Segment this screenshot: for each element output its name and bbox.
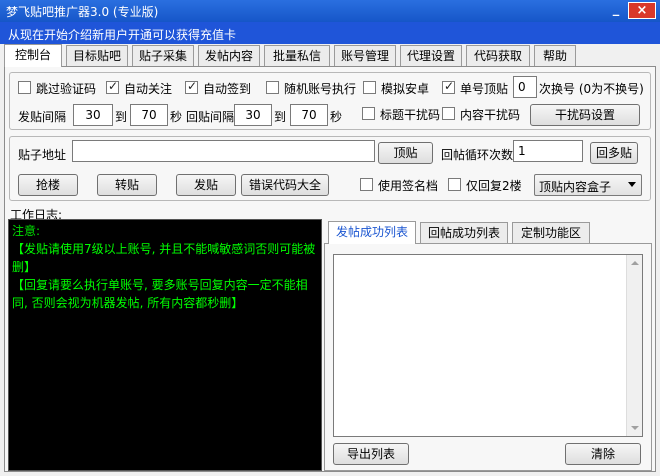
tab-target-forums[interactable]: 目标贴吧 <box>66 45 128 66</box>
checkbox-box[interactable] <box>18 81 31 94</box>
switch-count-label: 次换号 (0为不换号) <box>539 82 644 96</box>
checkbox-box[interactable] <box>185 79 198 94</box>
reply-interval-from-input[interactable] <box>234 104 272 126</box>
chevron-down-icon <box>628 182 636 187</box>
seconds-label: 秒 <box>170 110 183 124</box>
checkbox-label: 随机账号执行 <box>284 82 357 96</box>
checkbox-label: 跳过验证码 <box>36 82 97 96</box>
content-box-select[interactable]: 顶贴内容盒子 <box>534 174 642 196</box>
checkbox-label: 标题干扰码 <box>380 108 441 122</box>
post-button[interactable]: 发贴 <box>176 174 236 196</box>
list-scrollbar[interactable] <box>626 255 642 436</box>
reply-interval-to-input[interactable] <box>290 104 328 126</box>
post-address-input[interactable] <box>72 140 375 162</box>
reply-interval-label: 回贴间隔 <box>186 110 235 124</box>
minimize-button[interactable]: _ <box>606 2 626 19</box>
clear-button[interactable]: 清除 <box>565 443 641 465</box>
checkbox-label: 内容干扰码 <box>460 108 521 122</box>
select-value: 顶贴内容盒子 <box>539 180 612 194</box>
reply-loop-label: 回帖循环次数 <box>441 148 514 162</box>
checkbox-label: 自动关注 <box>124 82 173 96</box>
to-label: 到 <box>115 110 128 124</box>
to-label: 到 <box>274 110 287 124</box>
success-list[interactable] <box>333 254 643 437</box>
grab-floor-button[interactable]: 抢楼 <box>18 174 78 196</box>
scroll-up-icon[interactable] <box>631 261 639 265</box>
title-bar: 梦飞贴吧推广器3.0 (专业版) _ × <box>0 0 660 22</box>
tab-proxy-settings[interactable]: 代理设置 <box>400 45 462 66</box>
seconds-label: 秒 <box>330 110 343 124</box>
checkbox-label: 单号顶贴 <box>460 82 509 96</box>
log-line: 【发贴请使用7级以上账号, 并且不能喊敏感词否则可能被删】 <box>12 242 316 274</box>
checkbox-box[interactable] <box>360 178 373 191</box>
post-interval-label: 发贴间隔 <box>18 110 67 124</box>
post-interval-from-input[interactable] <box>73 104 113 126</box>
checkbox-box[interactable] <box>106 79 119 94</box>
checkbox-box[interactable] <box>266 81 279 94</box>
top-post-button[interactable]: 顶贴 <box>378 142 433 164</box>
scroll-down-icon[interactable] <box>631 426 639 430</box>
list-panel: 导出列表 清除 <box>324 243 652 471</box>
checkbox-label: 使用签名档 <box>378 179 439 193</box>
interference-settings-button[interactable]: 干扰码设置 <box>530 104 640 126</box>
checkbox-label: 仅回复2楼 <box>466 179 522 193</box>
checkbox-box[interactable] <box>362 107 375 120</box>
tab-post-collect[interactable]: 贴子采集 <box>132 45 194 66</box>
log-note-title: 注意: <box>12 224 41 238</box>
log-line: 【回复请要么执行单账号, 要多账号回复内容一定不能相同, 否则会视为机器发帖, … <box>12 278 308 310</box>
tab-code-fetch[interactable]: 代码获取 <box>466 45 530 66</box>
checkbox-box[interactable] <box>442 79 455 94</box>
error-codes-button[interactable]: 错误代码大全 <box>241 174 329 196</box>
checkbox-box[interactable] <box>442 107 455 120</box>
post-address-label: 贴子地址 <box>18 148 67 162</box>
post-interval-to-input[interactable] <box>130 104 168 126</box>
checkbox-label: 自动签到 <box>203 82 252 96</box>
work-log: 注意: 【发贴请使用7级以上账号, 并且不能喊敏感词否则可能被删】 【回复请要么… <box>8 219 322 471</box>
notice-bar: 从现在开始介绍新用户开通可以获得充值卡 <box>0 22 660 44</box>
tab-custom-features[interactable]: 定制功能区 <box>512 222 590 243</box>
reply-loop-input[interactable] <box>513 140 583 162</box>
checkbox-box[interactable] <box>363 81 376 94</box>
tab-post-content[interactable]: 发帖内容 <box>198 45 260 66</box>
repost-button[interactable]: 转贴 <box>97 174 157 196</box>
switch-count-input[interactable] <box>513 76 537 98</box>
notice-text: 从现在开始介绍新用户开通可以获得充值卡 <box>8 28 237 42</box>
tab-account-manage[interactable]: 账号管理 <box>334 45 396 66</box>
window-title: 梦飞贴吧推广器3.0 (专业版) <box>6 5 159 19</box>
tab-help[interactable]: 帮助 <box>534 45 576 66</box>
tab-reply-success[interactable]: 回帖成功列表 <box>420 222 508 243</box>
checkbox-box[interactable] <box>448 178 461 191</box>
multi-reply-button[interactable]: 回多贴 <box>590 142 638 164</box>
checkbox-label: 模拟安卓 <box>381 82 430 96</box>
tab-post-success[interactable]: 发帖成功列表 <box>328 221 416 244</box>
export-list-button[interactable]: 导出列表 <box>333 443 409 465</box>
tab-console[interactable]: 控制台 <box>4 44 62 67</box>
close-button[interactable]: × <box>628 2 656 19</box>
tab-bulk-message[interactable]: 批量私信 <box>264 45 330 66</box>
